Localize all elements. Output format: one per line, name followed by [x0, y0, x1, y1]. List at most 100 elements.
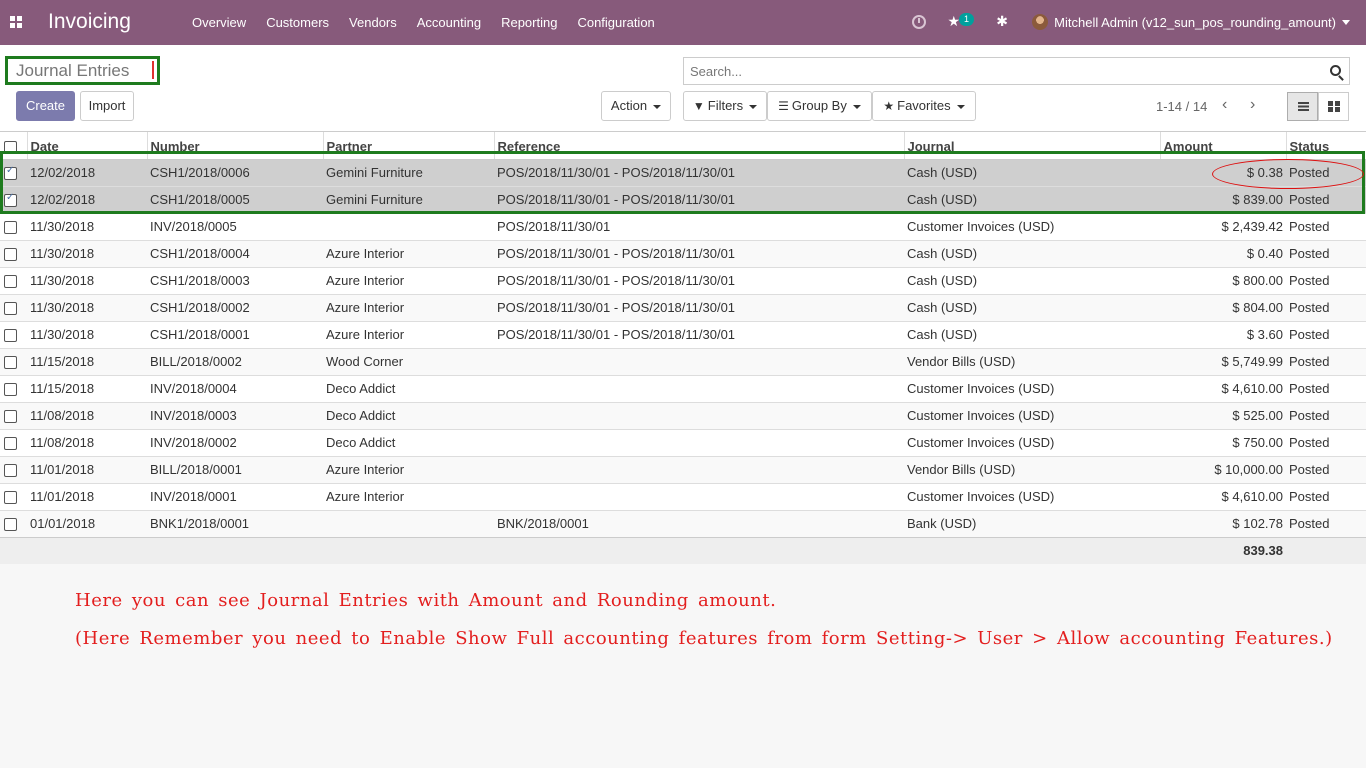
row-checkbox[interactable]	[4, 356, 17, 370]
cell-reference: POS/2018/11/30/01	[494, 212, 904, 240]
cell-date: 11/15/2018	[27, 374, 147, 402]
cell-journal: Customer Invoices (USD)	[904, 482, 1160, 510]
table-row[interactable]: 12/02/2018CSH1/2018/0005Gemini Furniture…	[0, 185, 1366, 213]
cell-amount: $ 2,439.42	[1160, 212, 1286, 240]
cell-partner: Deco Addict	[323, 401, 494, 429]
row-checkbox[interactable]	[4, 329, 17, 343]
table-row[interactable]: 12/02/2018CSH1/2018/0006Gemini Furniture…	[0, 158, 1366, 186]
import-button[interactable]: Import	[80, 91, 134, 121]
debug-bug-icon[interactable]: ✱	[996, 13, 1008, 30]
cell-number: CSH1/2018/0002	[147, 293, 323, 321]
caret-down-icon	[852, 104, 861, 109]
cell-status: Posted	[1286, 347, 1366, 375]
search-input[interactable]	[684, 58, 1304, 84]
list-view-button[interactable]	[1287, 92, 1318, 121]
pager-previous-icon[interactable]: ‹	[1222, 96, 1227, 114]
search-bar	[683, 57, 1350, 85]
row-checkbox[interactable]	[4, 275, 17, 289]
apps-menu-icon[interactable]	[10, 16, 22, 28]
cell-date: 12/02/2018	[27, 158, 147, 186]
row-select-cell	[0, 347, 27, 375]
cell-status: Posted	[1286, 158, 1366, 186]
table-row[interactable]: 11/08/2018 INV/2018/0002 Deco Addict Custom…	[0, 428, 1366, 456]
table-row[interactable]: 11/08/2018 INV/2018/0003 Deco Addict Custom…	[0, 401, 1366, 429]
table-body: 12/02/2018CSH1/2018/0006Gemini Furniture…	[0, 158, 1366, 537]
table-row[interactable]: 11/01/2018 INV/2018/0001 Azure Interior Cus…	[0, 482, 1366, 510]
cell-journal: Bank (USD)	[904, 509, 1160, 537]
menu-overview[interactable]: Overview	[182, 0, 256, 45]
row-checkbox[interactable]	[4, 518, 17, 532]
column-header-amount[interactable]: Amount	[1160, 132, 1287, 160]
pager-value[interactable]: 1-14 / 14	[1156, 99, 1207, 114]
row-checkbox[interactable]	[4, 302, 17, 316]
table-row[interactable]: 11/30/2018 INV/2018/0005 POS/2018/11/30/01…	[0, 212, 1366, 240]
row-checkbox[interactable]	[4, 165, 17, 181]
cell-number: CSH1/2018/0001	[147, 320, 323, 348]
menu-customers[interactable]: Customers	[256, 0, 339, 45]
column-header-journal[interactable]: Journal	[904, 132, 1161, 160]
cell-partner	[323, 212, 494, 240]
user-menu[interactable]: Mitchell Admin (v12_sun_pos_rounding_amo…	[1054, 15, 1336, 30]
kanban-view-button[interactable]	[1318, 92, 1349, 121]
row-select-cell	[0, 401, 27, 429]
select-all-checkbox[interactable]	[4, 141, 17, 155]
pager-next-icon[interactable]: ›	[1250, 96, 1255, 114]
cell-status: Posted	[1286, 293, 1366, 321]
row-checkbox[interactable]	[4, 491, 17, 505]
select-all-cell	[0, 132, 28, 160]
menu-accounting[interactable]: Accounting	[407, 0, 491, 45]
row-checkbox[interactable]	[4, 410, 17, 424]
chat-icon[interactable]: ★	[947, 13, 960, 30]
chevron-down-icon[interactable]	[1342, 20, 1350, 25]
groupby-dropdown[interactable]: ☰ Group By	[767, 91, 872, 121]
cell-number: INV/2018/0003	[147, 401, 323, 429]
filters-label: Filters	[707, 98, 744, 113]
table-row[interactable]: 11/30/2018 CSH1/2018/0003 Azure Interior PO…	[0, 266, 1366, 294]
caret-down-icon	[653, 104, 662, 109]
filters-dropdown[interactable]: ▼ Filters	[683, 91, 767, 121]
cell-partner: Azure Interior	[323, 293, 494, 321]
column-header-number[interactable]: Number	[147, 132, 324, 160]
table-row[interactable]: 11/30/2018 CSH1/2018/0004 Azure Interior PO…	[0, 239, 1366, 267]
action-dropdown[interactable]: Action	[601, 91, 671, 121]
row-checkbox[interactable]	[4, 221, 17, 235]
column-header-status[interactable]: Status	[1286, 132, 1366, 160]
menu-reporting[interactable]: Reporting	[491, 0, 567, 45]
cell-number: CSH1/2018/0004	[147, 239, 323, 267]
cell-reference	[494, 347, 904, 375]
row-select-cell	[0, 266, 27, 294]
row-select-cell	[0, 239, 27, 267]
row-checkbox[interactable]	[4, 383, 17, 397]
breadcrumb[interactable]: Journal Entries	[5, 56, 160, 85]
cell-partner: Gemini Furniture	[323, 158, 494, 186]
table-row[interactable]: 11/01/2018 BILL/2018/0001 Azure Interior Ve…	[0, 455, 1366, 483]
menu-configuration[interactable]: Configuration	[567, 0, 664, 45]
cell-date: 11/01/2018	[27, 455, 147, 483]
create-button[interactable]: Create	[16, 91, 75, 121]
column-header-partner[interactable]: Partner	[323, 132, 495, 160]
cell-amount: $ 839.00	[1160, 185, 1286, 213]
activity-clock-icon[interactable]	[912, 15, 926, 29]
row-checkbox[interactable]	[4, 437, 17, 451]
cell-amount: $ 102.78	[1160, 509, 1286, 537]
table-row[interactable]: 11/15/2018 INV/2018/0004 Deco Addict Custom…	[0, 374, 1366, 402]
table-row[interactable]: 11/30/2018 CSH1/2018/0002 Azure Interior PO…	[0, 293, 1366, 321]
row-checkbox[interactable]	[4, 248, 17, 262]
cell-journal: Vendor Bills (USD)	[904, 347, 1160, 375]
column-header-reference[interactable]: Reference	[494, 132, 905, 160]
cell-reference: BNK/2018/0001	[494, 509, 904, 537]
column-header-date[interactable]: Date	[27, 132, 148, 160]
table-row[interactable]: 11/30/2018 CSH1/2018/0001 Azure Interior PO…	[0, 320, 1366, 348]
favorites-dropdown[interactable]: ★ Favorites	[872, 91, 976, 121]
table-row[interactable]: 01/01/2018 BNK1/2018/0001 BNK/2018/0001 Ban…	[0, 509, 1366, 537]
cell-number: CSH1/2018/0005	[147, 185, 323, 213]
table-row[interactable]: 11/15/2018 BILL/2018/0002 Wood Corner Vendo…	[0, 347, 1366, 375]
search-icon[interactable]	[1330, 65, 1341, 76]
menu-vendors[interactable]: Vendors	[339, 0, 407, 45]
row-checkbox[interactable]	[4, 192, 17, 208]
cell-amount: $ 10,000.00	[1160, 455, 1286, 483]
cell-date: 11/08/2018	[27, 428, 147, 456]
user-avatar[interactable]	[1032, 14, 1048, 30]
cell-date: 11/30/2018	[27, 293, 147, 321]
row-checkbox[interactable]	[4, 464, 17, 478]
